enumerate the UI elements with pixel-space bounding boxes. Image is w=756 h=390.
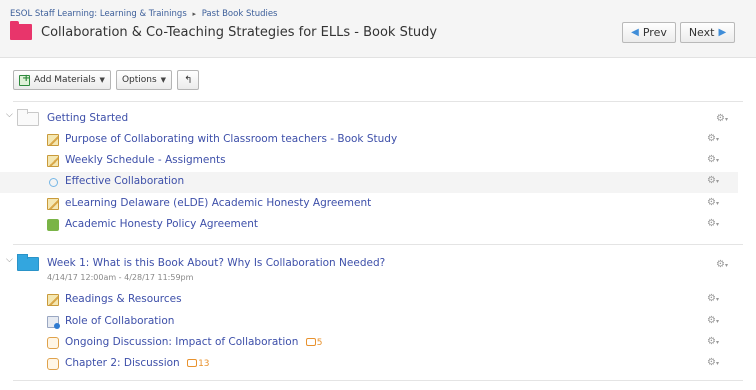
next-label: Next: [688, 26, 715, 39]
resource-icon: [47, 316, 60, 329]
item-link[interactable]: Ongoing Discussion: Impact of Collaborat…: [65, 336, 322, 348]
item-link[interactable]: Effective Collaboration: [65, 175, 184, 187]
item-link[interactable]: Role of Collaboration: [65, 315, 174, 327]
link-icon: [49, 178, 58, 187]
undo-button[interactable]: ↰: [177, 70, 200, 90]
folder-icon: [17, 109, 39, 126]
assignment-icon: [47, 134, 59, 146]
caret-down-icon: ▼: [160, 76, 167, 84]
divider: [13, 380, 743, 381]
course-folder-icon: [10, 21, 32, 40]
item-link[interactable]: Chapter 2: Discussion 13: [65, 357, 210, 369]
comment-icon: [305, 337, 316, 346]
arrow-left-icon: ◀: [631, 27, 639, 38]
item-link[interactable]: eLearning Delaware (eLDE) Academic Hones…: [65, 197, 371, 209]
prev-button[interactable]: ◀ Prev: [622, 22, 676, 43]
arrow-right-icon: ▶: [718, 27, 727, 38]
gear-icon[interactable]: ⚙▾: [707, 197, 719, 208]
next-button[interactable]: Next ▶: [680, 22, 735, 43]
item-link[interactable]: Weekly Schedule - Assigments: [65, 154, 226, 166]
gear-icon[interactable]: ⚙▾: [716, 113, 728, 124]
module-title[interactable]: Week 1: What is this Book About? Why Is …: [47, 257, 385, 269]
options-label: Options: [121, 75, 157, 85]
discussion-icon: [47, 337, 59, 349]
assignment-icon: [47, 294, 59, 306]
gear-icon[interactable]: ⚙▾: [707, 133, 719, 144]
discussion-icon: [47, 358, 59, 370]
divider: [13, 244, 743, 245]
list-item[interactable]: Role of Collaboration ⚙▾: [0, 312, 738, 333]
breadcrumb: ESOL Staff Learning: Learning & Training…: [10, 9, 278, 19]
list-item[interactable]: Weekly Schedule - Assigments ⚙▾: [0, 151, 738, 172]
add-icon: [19, 73, 30, 86]
divider: [13, 101, 743, 102]
gear-icon[interactable]: ⚙▾: [707, 315, 719, 326]
add-materials-label: Add Materials: [34, 75, 96, 85]
item-link-label: Ongoing Discussion: Impact of Collaborat…: [65, 336, 299, 348]
caret-down-icon: ▼: [99, 76, 105, 84]
assignment-icon: [47, 155, 59, 167]
module-date-range: 4/14/17 12:00am - 4/28/17 11:59pm: [47, 273, 194, 282]
chevron-down-icon[interactable]: ⌵: [6, 110, 13, 120]
breadcrumb-current-link[interactable]: Past Book Studies: [202, 9, 278, 19]
list-item[interactable]: eLearning Delaware (eLDE) Academic Hones…: [0, 194, 738, 215]
gear-icon[interactable]: ⚙▾: [707, 218, 719, 229]
gear-icon[interactable]: ⚙▾: [707, 154, 719, 165]
undo-icon: ↰: [184, 74, 193, 86]
options-button[interactable]: Options ▼: [115, 70, 173, 90]
gear-icon[interactable]: ⚙▾: [707, 336, 719, 347]
comment-icon: [187, 358, 198, 367]
chevron-down-icon[interactable]: ⌵: [6, 255, 13, 265]
reply-count-badge: 5: [305, 337, 323, 348]
gear-icon[interactable]: ⚙▾: [707, 357, 719, 368]
gear-icon[interactable]: ⚙▾: [707, 293, 719, 304]
assignment-icon: [47, 198, 59, 210]
reply-count: 13: [198, 359, 210, 369]
breadcrumb-parent-link[interactable]: ESOL Staff Learning: Learning & Training…: [10, 9, 187, 19]
badge-icon: [47, 219, 59, 231]
add-materials-button[interactable]: Add Materials ▼: [13, 70, 111, 90]
prev-label: Prev: [642, 26, 667, 39]
item-link[interactable]: Purpose of Collaborating with Classroom …: [65, 133, 397, 145]
list-item[interactable]: Purpose of Collaborating with Classroom …: [0, 130, 738, 151]
module-title[interactable]: Getting Started: [47, 112, 128, 124]
list-item[interactable]: Readings & Resources ⚙▾: [0, 290, 738, 311]
folder-icon: [17, 254, 39, 271]
list-item[interactable]: Ongoing Discussion: Impact of Collaborat…: [0, 333, 738, 354]
page-title: Collaboration & Co-Teaching Strategies f…: [41, 24, 438, 40]
reply-count: 5: [316, 338, 323, 348]
item-link-label: Chapter 2: Discussion: [65, 357, 180, 369]
list-item[interactable]: Academic Honesty Policy Agreement ⚙▾: [0, 215, 738, 236]
gear-icon[interactable]: ⚙▾: [716, 259, 728, 270]
item-link[interactable]: Academic Honesty Policy Agreement: [65, 218, 258, 230]
reply-count-badge: 13: [187, 358, 210, 369]
page-header: ESOL Staff Learning: Learning & Training…: [0, 0, 756, 58]
list-item[interactable]: Chapter 2: Discussion 13 ⚙▾: [0, 354, 738, 375]
list-item[interactable]: Effective Collaboration ⚙▾: [0, 172, 738, 193]
breadcrumb-separator-icon: ▸: [192, 10, 196, 18]
item-link[interactable]: Readings & Resources: [65, 293, 182, 305]
gear-icon[interactable]: ⚙▾: [707, 175, 719, 186]
toolbar: Add Materials ▼ Options ▼ ↰: [13, 70, 200, 90]
